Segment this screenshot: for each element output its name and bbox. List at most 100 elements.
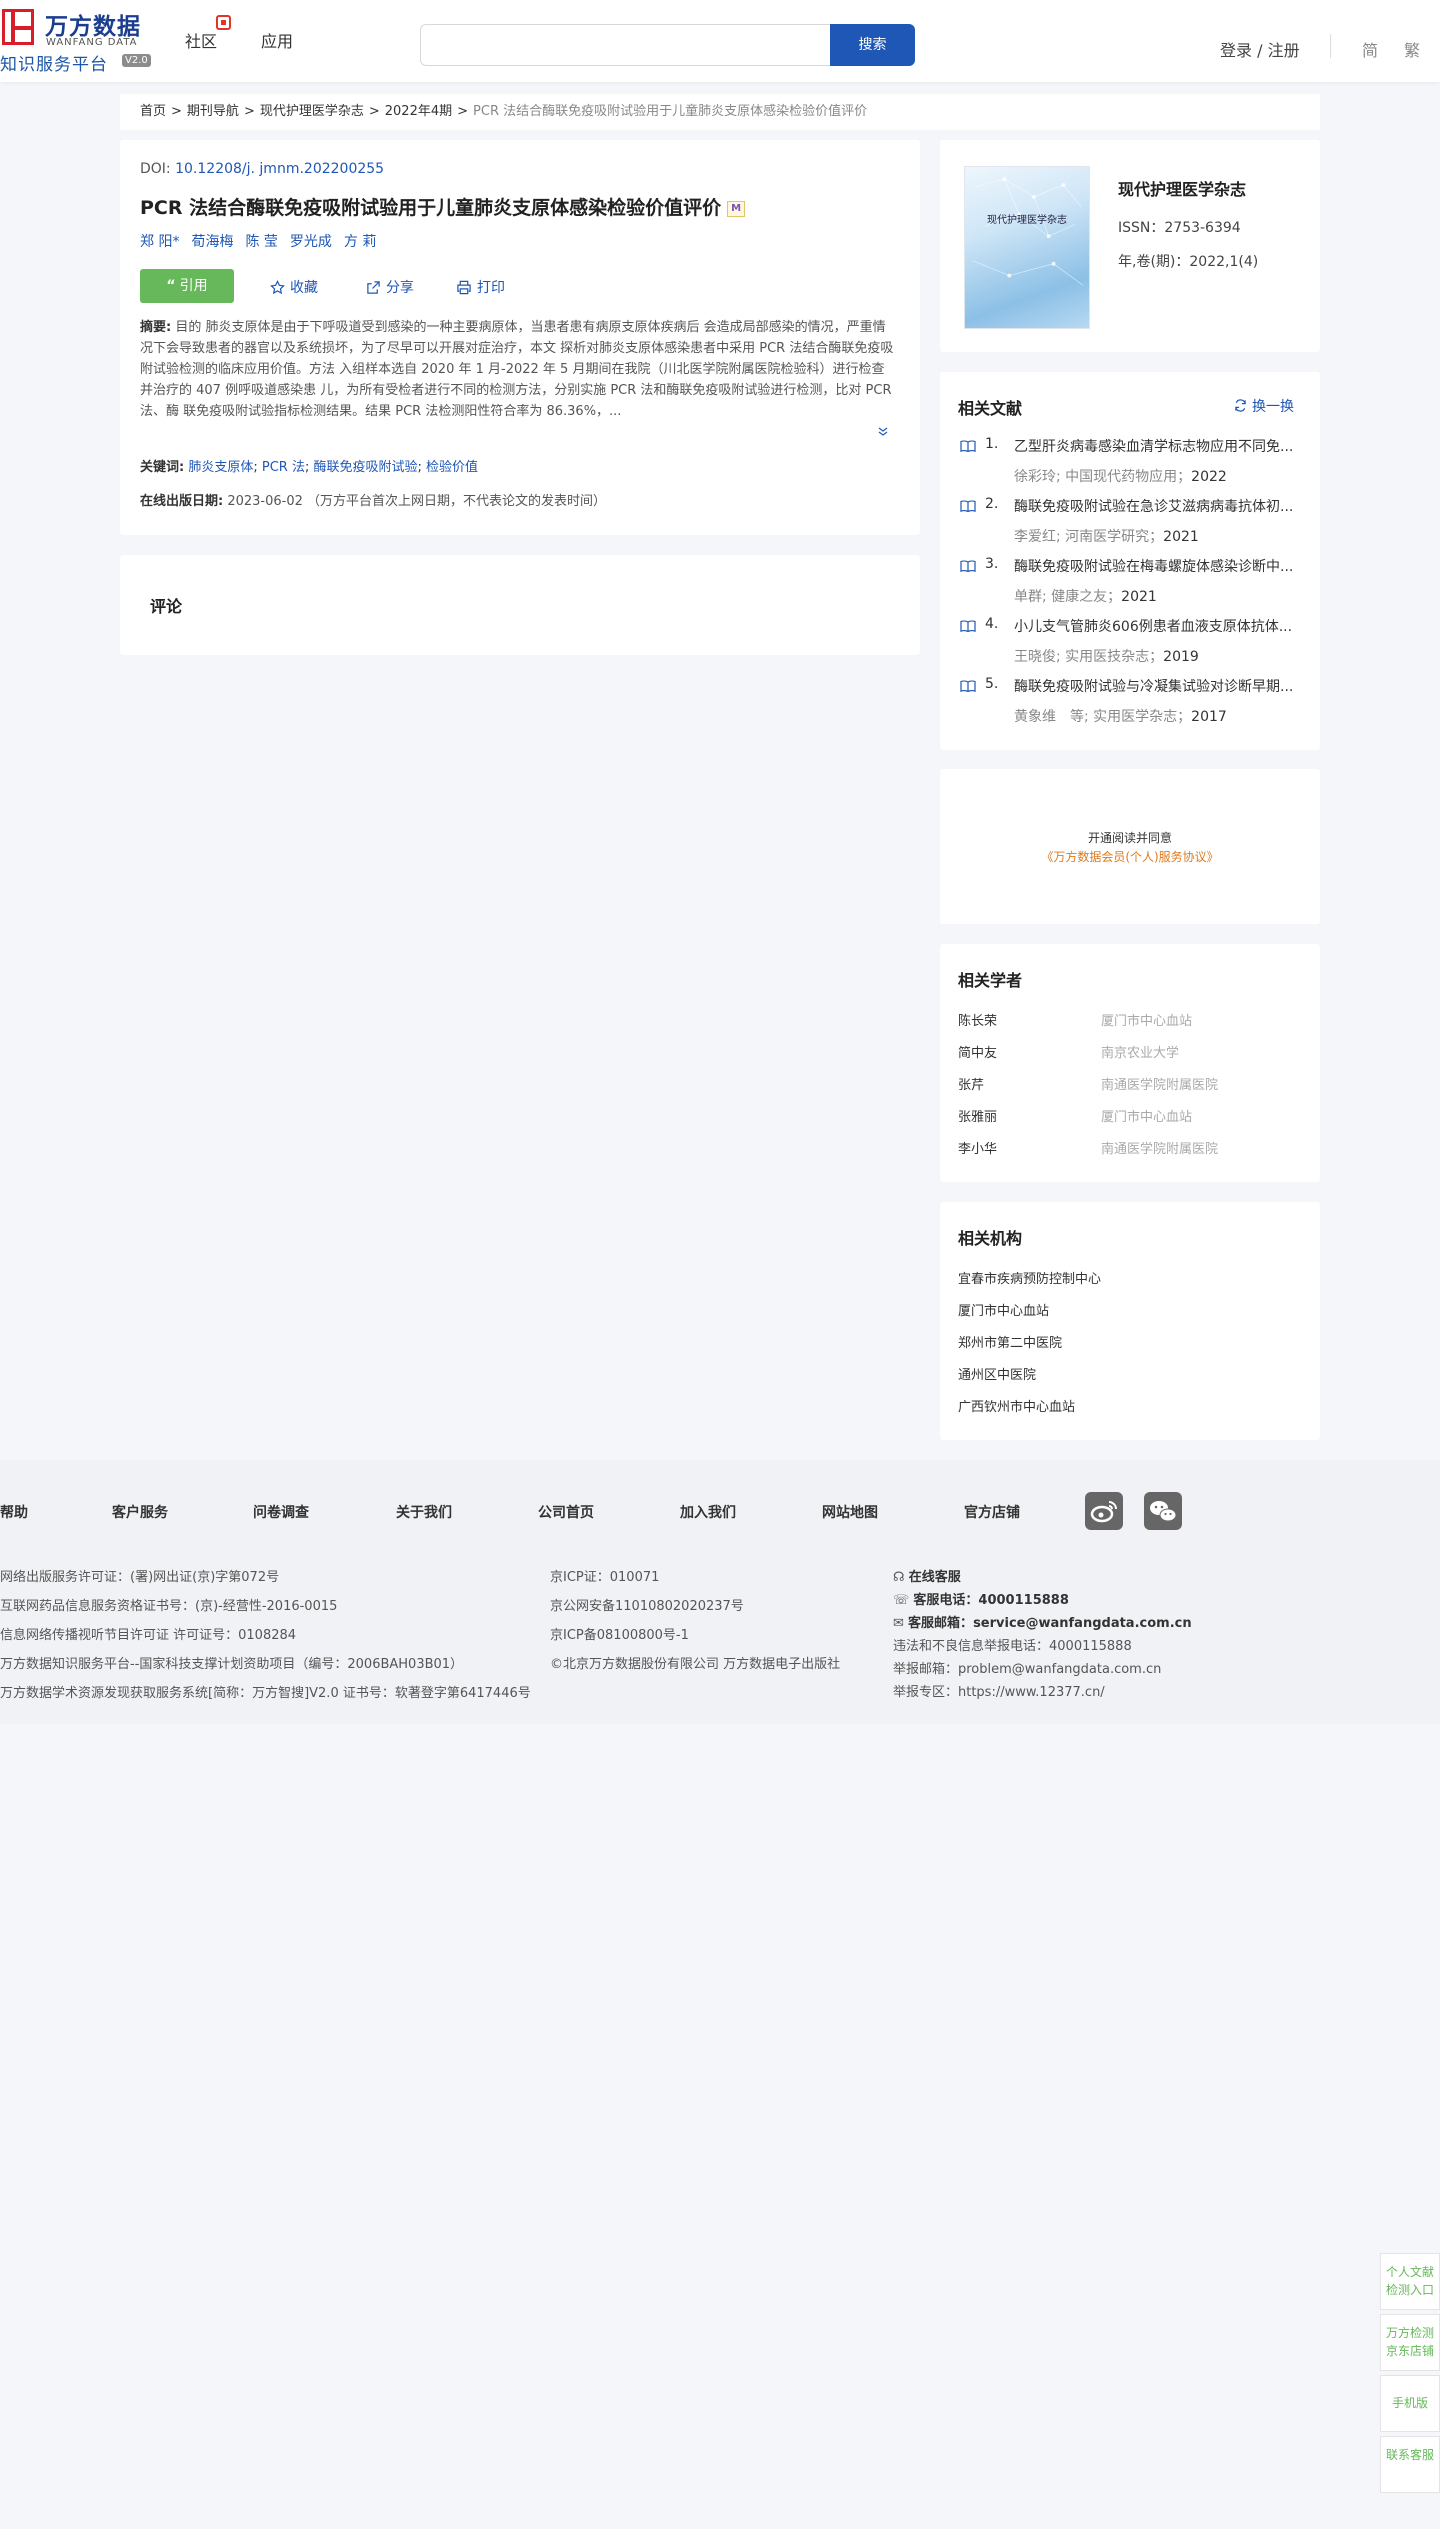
institution-link[interactable]: 厦门市中心血站 bbox=[958, 1300, 1049, 1319]
related-doc-title[interactable]: 酶联免疫吸附试验在急诊艾滋病病毒抗体初... bbox=[1014, 496, 1304, 516]
doi-link[interactable]: 10.12208/j. jmnm.202200255 bbox=[175, 161, 384, 177]
book-icon bbox=[960, 440, 976, 452]
header-divider bbox=[1330, 34, 1331, 58]
expand-abstract-chevron-icon[interactable] bbox=[877, 425, 889, 441]
scholar-name[interactable]: 李小华 bbox=[958, 1142, 997, 1157]
related-doc-title[interactable]: 乙型肝炎病毒感染血清学标志物应用不同免... bbox=[1014, 436, 1304, 456]
pubdate-label: 在线出版日期: bbox=[140, 494, 224, 509]
logo-english-text: WANFANG DATA bbox=[46, 37, 138, 48]
related-doc-year: 2021 bbox=[1163, 529, 1199, 545]
scholar-org: 厦门市中心血站 bbox=[1101, 1110, 1193, 1125]
footer-company-home-link[interactable]: 公司首页 bbox=[538, 1502, 594, 1522]
institution-link[interactable]: 宜春市疾病预防控制中心 bbox=[958, 1268, 1101, 1287]
refresh-button[interactable]: 换一换 bbox=[1234, 396, 1294, 416]
online-service-link[interactable]: ☊ 在线客服 bbox=[893, 1566, 961, 1585]
footer-customer-service-link[interactable]: 客户服务 bbox=[112, 1502, 168, 1522]
author-link[interactable]: 罗光成 bbox=[290, 234, 332, 250]
wanfang-logo[interactable]: 万方数据 WANFANG DATA 知识服务平台 V2.0 bbox=[0, 7, 160, 75]
related-doc-meta: 单群; 健康之友；2021 bbox=[1014, 589, 1157, 605]
nav-apps[interactable]: 应用 bbox=[261, 28, 293, 52]
keyword-link[interactable]: 酶联免疫吸附试验 bbox=[313, 460, 417, 475]
institution-link[interactable]: 广西钦州市中心血站 bbox=[958, 1396, 1075, 1415]
lang-traditional[interactable]: 繁 bbox=[1404, 37, 1420, 61]
author-link[interactable]: 郑 阳* bbox=[140, 234, 179, 250]
related-doc-title[interactable]: 酶联免疫吸附试验与冷凝集试验对诊断早期... bbox=[1014, 676, 1304, 696]
footer-about-link[interactable]: 关于我们 bbox=[396, 1502, 452, 1522]
footer-join-us-link[interactable]: 加入我们 bbox=[680, 1502, 736, 1522]
breadcrumb-separator: > bbox=[368, 104, 380, 119]
footer-survey-link[interactable]: 问卷调查 bbox=[253, 1502, 309, 1522]
author-link[interactable]: 荀海梅 bbox=[191, 234, 233, 250]
scholar-row[interactable]: 李小华 南通医学院附属医院 bbox=[958, 1138, 1218, 1157]
share-icon bbox=[367, 281, 380, 294]
scholar-org: 南通医学院附属医院 bbox=[1101, 1142, 1219, 1157]
side-personal-detection[interactable]: 个人文献检测入口 bbox=[1380, 2253, 1440, 2310]
pubdate-value: 2023-06-02 bbox=[227, 494, 303, 509]
scholar-name[interactable]: 张雅丽 bbox=[958, 1110, 997, 1125]
weibo-icon[interactable] bbox=[1085, 1492, 1123, 1530]
wechat-icon[interactable] bbox=[1144, 1492, 1182, 1530]
print-button[interactable]: 打印 bbox=[456, 277, 505, 297]
breadcrumb-home[interactable]: 首页 bbox=[140, 104, 166, 119]
service-agreement-link[interactable]: 《万方数据会员(个人)服务协议》 bbox=[940, 848, 1320, 865]
side-mobile-version[interactable]: 手机版 bbox=[1380, 2375, 1440, 2432]
related-docs-title: 相关文献 bbox=[958, 399, 1023, 418]
book-icon bbox=[960, 560, 976, 572]
related-doc-source: 黄象维 等; 实用医学杂志 bbox=[1014, 709, 1178, 725]
breadcrumb-separator: > bbox=[457, 104, 469, 119]
breadcrumb-journal-nav[interactable]: 期刊导航 bbox=[187, 104, 239, 119]
top-header: 万方数据 WANFANG DATA 知识服务平台 V2.0 社区 应用 搜索 登… bbox=[0, 0, 1440, 82]
side-jd-store[interactable]: 万方检测京东店铺 bbox=[1380, 2314, 1440, 2371]
scholar-org: 厦门市中心血站 bbox=[1101, 1014, 1193, 1029]
scholar-row[interactable]: 简中友 南京农业大学 bbox=[958, 1042, 1179, 1061]
keyword-link[interactable]: PCR 法 bbox=[262, 460, 305, 475]
footer-official-store-link[interactable]: 官方店铺 bbox=[964, 1502, 1020, 1522]
cite-button[interactable]: “引用 bbox=[140, 269, 234, 303]
mail-icon: ✉ bbox=[893, 1616, 904, 1631]
related-doc-title[interactable]: 小儿支气管肺炎606例患者血液支原体抗体... bbox=[1014, 616, 1304, 636]
related-doc-title[interactable]: 酶联免疫吸附试验在梅毒螺旋体感染诊断中... bbox=[1014, 556, 1304, 576]
keyword-link[interactable]: 肺炎支原体 bbox=[188, 460, 253, 475]
scholar-row[interactable]: 陈长荣 厦门市中心血站 bbox=[958, 1010, 1192, 1029]
institution-link[interactable]: 郑州市第二中医院 bbox=[958, 1332, 1062, 1351]
breadcrumb-journal[interactable]: 现代护理医学杂志 bbox=[260, 104, 364, 119]
related-doc-number: 3. bbox=[985, 556, 999, 572]
abstract: 摘要: 目的 肺炎支原体是由于下呼吸道受到感染的一种主要病原体，当患者患有病原支… bbox=[140, 317, 897, 442]
lang-simplified[interactable]: 简 bbox=[1362, 37, 1378, 61]
community-notice-icon bbox=[216, 15, 231, 30]
article-title: PCR 法结合酶联免疫吸附试验用于儿童肺炎支原体感染检验价值评价 M bbox=[140, 193, 746, 220]
cite-label: 引用 bbox=[179, 278, 208, 294]
author-link[interactable]: 方 莉 bbox=[344, 234, 376, 250]
side-contact-service[interactable]: 联系客服 bbox=[1380, 2436, 1440, 2493]
scholar-name[interactable]: 陈长荣 bbox=[958, 1014, 997, 1029]
share-button[interactable]: 分享 bbox=[366, 277, 414, 297]
cover-network-graphic bbox=[972, 177, 1084, 286]
journal-name-link[interactable]: 现代护理医学杂志 bbox=[1118, 176, 1246, 200]
wanfang-logo-mark bbox=[2, 9, 34, 45]
footer-sitemap-link[interactable]: 网站地图 bbox=[822, 1502, 878, 1522]
scholar-row[interactable]: 张雅丽 厦门市中心血站 bbox=[958, 1106, 1192, 1125]
breadcrumb-issue[interactable]: 2022年4期 bbox=[385, 104, 452, 119]
search-button[interactable]: 搜索 bbox=[830, 24, 915, 66]
author-link[interactable]: 陈 莹 bbox=[245, 234, 277, 250]
institution-link[interactable]: 通州区中医院 bbox=[958, 1364, 1036, 1383]
related-doc-year: 2019 bbox=[1163, 649, 1199, 665]
email-value[interactable]: service@wanfangdata.com.cn bbox=[973, 1616, 1192, 1631]
keyword-link[interactable]: 检验价值 bbox=[426, 460, 478, 475]
report-zone-link[interactable]: 举报专区：https://www.12377.cn/ bbox=[893, 1681, 1105, 1700]
article-title-text: PCR 法结合酶联免疫吸附试验用于儿童肺炎支原体感染检验价值评价 bbox=[140, 197, 722, 219]
journal-cover-image[interactable]: 现代护理医学杂志 bbox=[964, 166, 1090, 329]
online-service-label: 在线客服 bbox=[908, 1570, 961, 1585]
related-institutions-card: 相关机构 宜春市疾病预防控制中心 厦门市中心血站 郑州市第二中医院 通州区中医院… bbox=[940, 1202, 1320, 1440]
related-doc-number: 1. bbox=[985, 436, 999, 452]
nav-community[interactable]: 社区 bbox=[185, 28, 217, 52]
scholar-name[interactable]: 简中友 bbox=[958, 1046, 997, 1061]
footer-help-link[interactable]: 帮助 bbox=[0, 1502, 28, 1522]
related-doc-year: 2017 bbox=[1191, 709, 1227, 725]
search-input[interactable] bbox=[420, 24, 830, 66]
scholar-row[interactable]: 张芹 南通医学院附属医院 bbox=[958, 1074, 1218, 1093]
login-register-link[interactable]: 登录 / 注册 bbox=[1220, 37, 1300, 61]
service-phone: ☏ 客服电话：4000115888 bbox=[893, 1589, 1069, 1608]
favorite-button[interactable]: 收藏 bbox=[270, 277, 318, 297]
scholar-name[interactable]: 张芹 bbox=[958, 1078, 984, 1093]
